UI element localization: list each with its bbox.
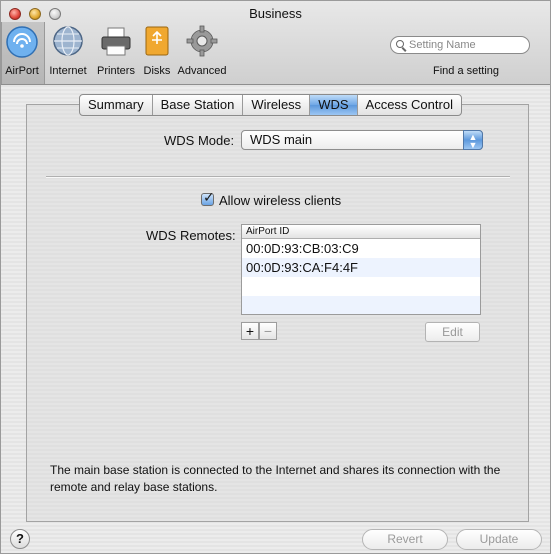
preferences-window: Business AirPort Internet Printers Disks… [0, 0, 551, 554]
toolbar-label-printers: Printers [97, 65, 135, 77]
tab-access-control[interactable]: Access Control [358, 95, 461, 115]
remove-remote-button[interactable]: − [259, 322, 277, 340]
table-row-empty [242, 296, 480, 314]
search-icon [396, 40, 404, 48]
wds-mode-popup[interactable]: WDS main ▲ ▼ [241, 130, 483, 150]
wds-mode-value: WDS main [250, 132, 313, 147]
find-setting-label: Find a setting [433, 65, 500, 77]
wds-remotes-table[interactable]: AirPort ID 00:0D:93:CB:03:C9 00:0D:93:CA… [241, 224, 481, 315]
toolbar-item-printers[interactable]: Printers [93, 23, 139, 83]
wds-description: The main base station is connected to th… [50, 463, 501, 494]
toolbar-label-airport: AirPort [5, 65, 39, 77]
gear-icon [186, 25, 218, 57]
search-placeholder: Setting Name [409, 39, 476, 51]
toolbar-label-advanced: Advanced [177, 65, 227, 77]
airport-icon [6, 26, 38, 58]
edit-remote-button[interactable]: Edit [425, 322, 480, 342]
search-input[interactable]: Setting Name [390, 36, 530, 54]
wds-mode-label: WDS Mode: [164, 133, 235, 148]
table-row[interactable]: 00:0D:93:CA:F4:4F [242, 258, 480, 277]
tab-bar: Summary Base Station Wireless WDS Access… [79, 94, 462, 116]
toolbar-item-airport[interactable]: AirPort [1, 22, 45, 84]
revert-button[interactable]: Revert [362, 529, 448, 550]
toolbar-label-disks: Disks [143, 65, 171, 77]
table-header-airport-id[interactable]: AirPort ID [242, 225, 480, 239]
tab-summary[interactable]: Summary [80, 95, 153, 115]
internet-icon [53, 26, 83, 56]
toolbar-label-internet: Internet [49, 65, 87, 77]
update-button[interactable]: Update [456, 529, 542, 550]
disk-icon [145, 26, 169, 56]
table-row[interactable]: 00:0D:93:CB:03:C9 [242, 239, 480, 258]
tab-base-station[interactable]: Base Station [153, 95, 244, 115]
allow-wireless-clients-checkbox[interactable]: ✓ [201, 189, 215, 206]
separator [46, 176, 510, 178]
help-button[interactable]: ? [10, 529, 30, 549]
checkmark-icon: ✓ [203, 189, 215, 205]
toolbar-item-advanced[interactable]: Advanced [175, 23, 229, 83]
allow-wireless-clients-label[interactable]: Allow wireless clients [219, 193, 341, 208]
printer-icon [101, 27, 131, 56]
toolbar: Business AirPort Internet Printers Disks… [1, 1, 550, 85]
wds-remotes-label: WDS Remotes: [146, 228, 236, 243]
table-row-empty [242, 277, 480, 296]
add-remote-button[interactable]: + [241, 322, 259, 340]
tab-wireless[interactable]: Wireless [243, 95, 311, 115]
toolbar-item-disks[interactable]: Disks [139, 23, 175, 83]
popup-arrows-icon: ▲ ▼ [463, 130, 483, 150]
toolbar-item-internet[interactable]: Internet [43, 23, 93, 83]
window-title: Business [249, 6, 302, 21]
tab-wds[interactable]: WDS [310, 95, 358, 115]
